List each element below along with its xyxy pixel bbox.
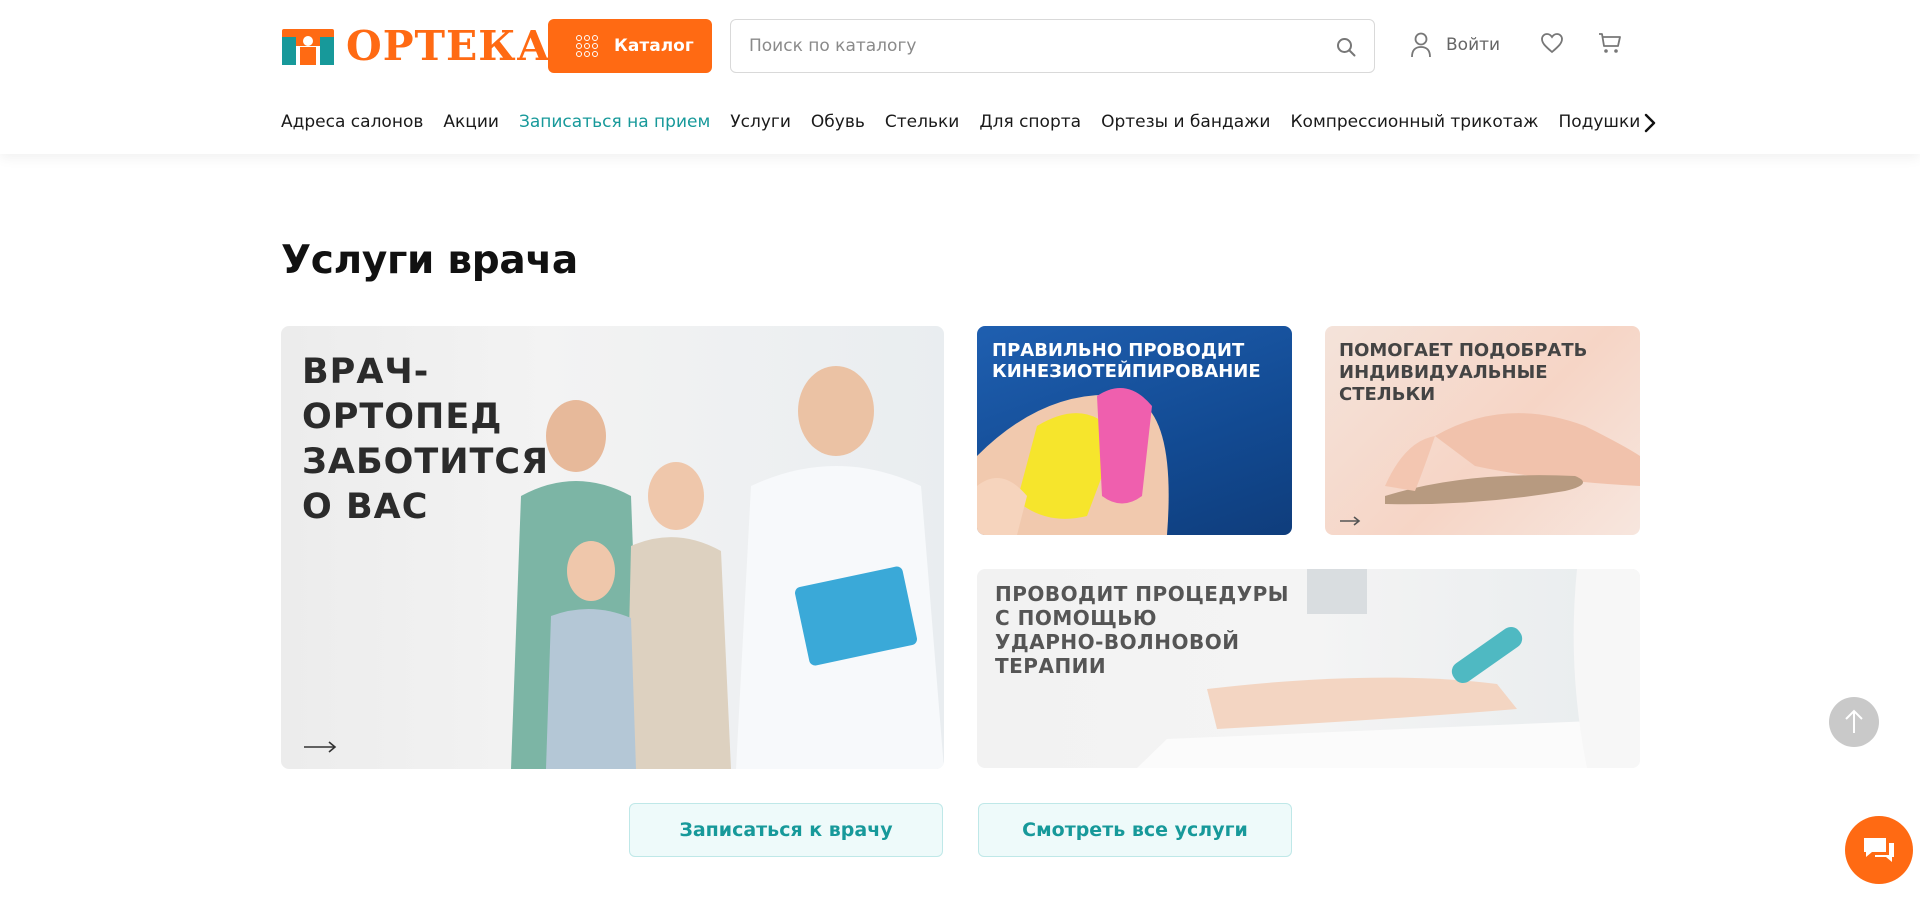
arrow-right-icon: [304, 741, 337, 753]
site-header: ОРТЕКА Каталог Войти Адреса салонов Акции…: [0, 0, 1920, 154]
catalog-button-label: Каталог: [614, 36, 694, 56]
search-input[interactable]: [749, 36, 1309, 56]
search-box: [730, 19, 1375, 73]
card-text-insoles: ПОМОГАЕТ ПОДОБРАТЬ ИНДИВИДУАЛЬНЫЕ СТЕЛЬК…: [1339, 340, 1588, 405]
service-card-kinesiotaping[interactable]: ПРАВИЛЬНО ПРОВОДИТ КИНЕЗИОТЕЙПИРОВАНИЕ: [977, 326, 1292, 535]
arrow-up-icon: [1845, 709, 1863, 733]
heart-icon[interactable]: [1540, 31, 1564, 55]
arrow-right-icon: [1340, 516, 1361, 526]
nav-item-promotions[interactable]: Акции: [443, 112, 499, 132]
chevron-right-icon[interactable]: [1640, 111, 1660, 135]
nav-item-addresses[interactable]: Адреса салонов: [281, 112, 423, 132]
nav-item-shoes[interactable]: Обувь: [811, 112, 865, 132]
service-card-orthopedist[interactable]: ВРАЧ- ОРТОПЕД ЗАБОТИТСЯ О ВАС: [281, 326, 944, 769]
main-nav: Адреса салонов Акции Записаться на прием Ус…: [281, 112, 1642, 136]
nav-item-insoles[interactable]: Стельки: [885, 112, 959, 132]
chat-button[interactable]: [1845, 816, 1913, 884]
card-text-shockwave: ПРОВОДИТ ПРОЦЕДУРЫ С ПОМОЩЬЮ УДАРНО-ВОЛН…: [995, 582, 1290, 678]
card-text-kinesiotaping: ПРАВИЛЬНО ПРОВОДИТ КИНЕЗИОТЕЙПИРОВАНИЕ: [992, 340, 1261, 382]
login-button[interactable]: Войти: [1410, 30, 1500, 60]
nav-item-compression[interactable]: Компрессионный трикотаж: [1290, 112, 1538, 132]
nav-item-services[interactable]: Услуги: [730, 112, 791, 132]
user-icon: [1411, 32, 1431, 58]
nav-item-orthoses[interactable]: Ортезы и бандажи: [1101, 112, 1270, 132]
book-doctor-button[interactable]: Записаться к врачу: [629, 803, 943, 857]
nav-item-appointment[interactable]: Записаться на прием: [519, 112, 710, 132]
login-label: Войти: [1446, 35, 1501, 55]
cart-icon[interactable]: [1598, 31, 1622, 55]
service-card-shockwave[interactable]: ПРОВОДИТ ПРОЦЕДУРЫ С ПОМОЩЬЮ УДАРНО-ВОЛН…: [977, 569, 1640, 768]
nav-item-sport[interactable]: Для спорта: [979, 112, 1081, 132]
chat-icon: [1864, 838, 1894, 862]
search-icon[interactable]: [1336, 37, 1356, 57]
logo-mark-icon: [282, 27, 334, 65]
logo-text: ОРТЕКА: [346, 22, 551, 70]
scroll-to-top-button[interactable]: [1829, 697, 1879, 747]
all-services-button[interactable]: Смотреть все услуги: [978, 803, 1292, 857]
catalog-button[interactable]: Каталог: [548, 19, 712, 73]
logo[interactable]: ОРТЕКА: [282, 22, 551, 70]
service-card-insoles[interactable]: ПОМОГАЕТ ПОДОБРАТЬ ИНДИВИДУАЛЬНЫЕ СТЕЛЬК…: [1325, 326, 1640, 535]
nav-item-pillows[interactable]: Подушки: [1558, 112, 1640, 132]
catalog-grid-icon: [576, 35, 598, 57]
card-text-orthopedist: ВРАЧ- ОРТОПЕД ЗАБОТИТСЯ О ВАС: [302, 352, 550, 527]
page-title: Услуги врача: [281, 238, 578, 283]
